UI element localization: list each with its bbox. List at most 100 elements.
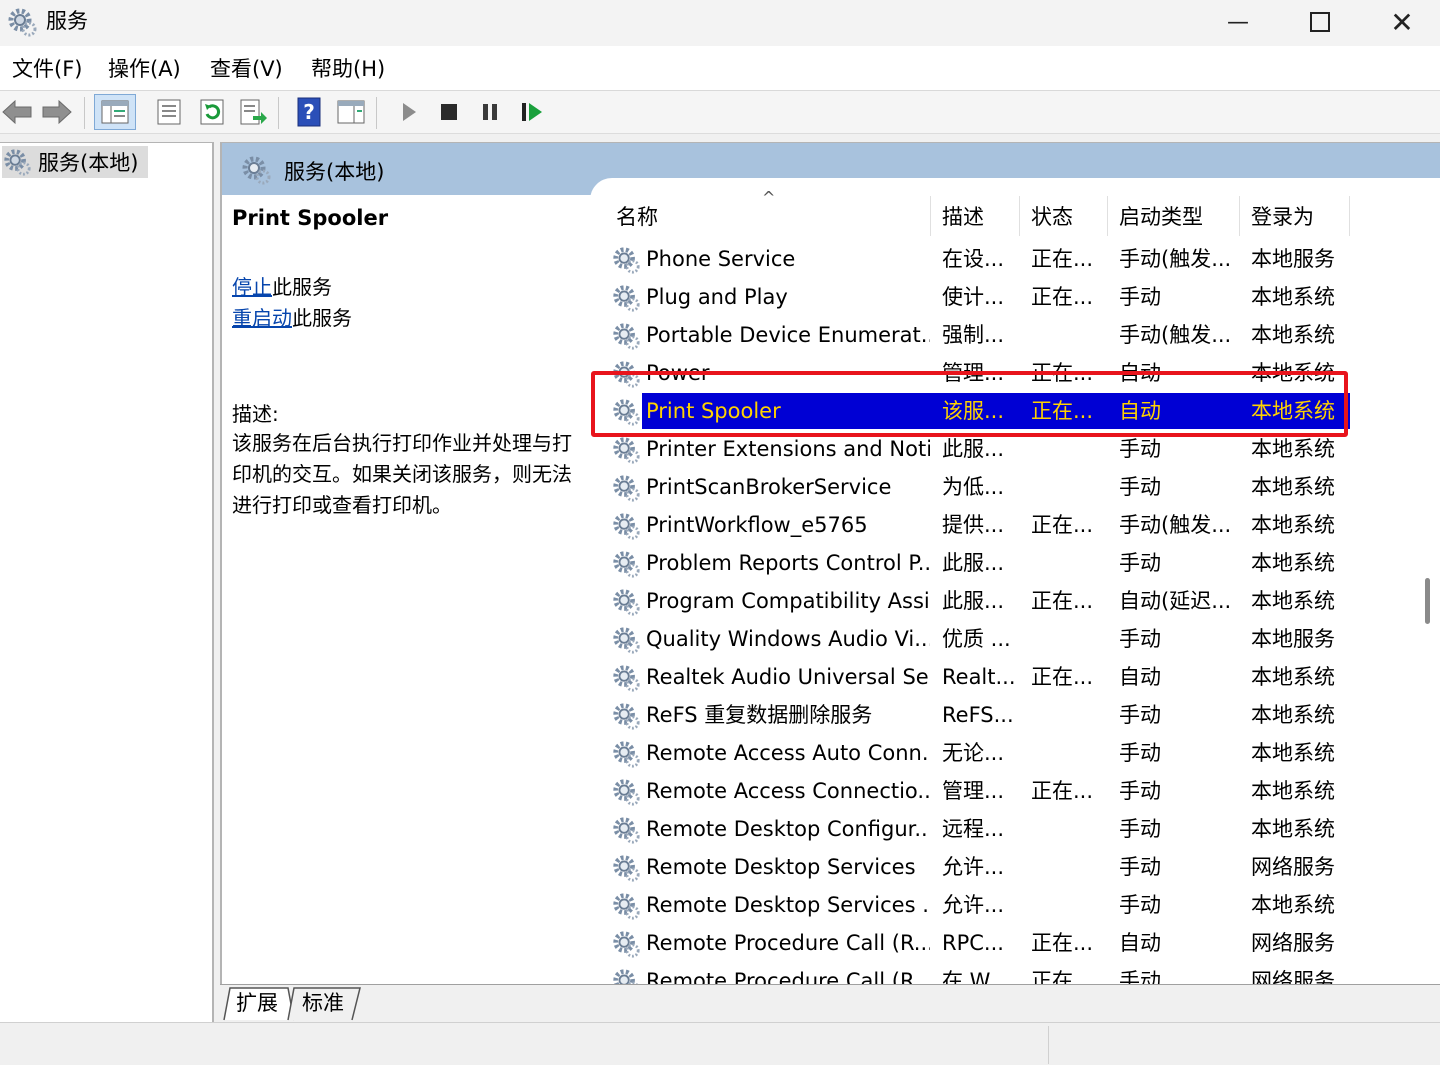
cell-desc: 提供... bbox=[942, 513, 1005, 537]
cell-logon: 本地系统 bbox=[1251, 703, 1335, 727]
service-row[interactable]: Problem Reports Control P... 此服... 手动 本地系统 bbox=[608, 544, 1350, 582]
service-row[interactable]: Remote Procedure Call (R... RPC... 正在... 自动… bbox=[608, 924, 1350, 962]
service-gear-icon bbox=[611, 853, 641, 883]
cell-logon: 本地系统 bbox=[1251, 665, 1335, 689]
service-gear-icon bbox=[611, 245, 641, 275]
restart-service-line: 重启动此服务 bbox=[232, 303, 352, 333]
cell-name: PrintScanBrokerService bbox=[646, 475, 892, 499]
cell-logon: 本地系统 bbox=[1251, 741, 1335, 765]
service-row[interactable]: PrintScanBrokerService 为低... 手动 本地系统 bbox=[608, 468, 1350, 506]
action-pane-button[interactable] bbox=[334, 95, 368, 129]
export-list-icon bbox=[240, 99, 267, 125]
cell-desc: RPC... bbox=[942, 931, 1004, 955]
view-tab-bar bbox=[220, 984, 1440, 1023]
service-gear-icon bbox=[611, 321, 641, 351]
properties-icon bbox=[157, 99, 181, 125]
minimize-button[interactable]: — bbox=[1196, 0, 1280, 44]
refresh-icon bbox=[200, 99, 224, 125]
cell-logon: 本地系统 bbox=[1251, 893, 1335, 917]
show-hide-console-tree-button[interactable] bbox=[94, 94, 136, 130]
service-gear-icon bbox=[611, 511, 641, 541]
service-row[interactable]: Remote Desktop Configur... 远程... 手动 本地系统 bbox=[608, 810, 1350, 848]
menu-file[interactable]: 文件(F) bbox=[12, 53, 82, 85]
service-gear-icon bbox=[611, 587, 641, 617]
column-divider[interactable] bbox=[930, 196, 931, 236]
service-row[interactable]: Plug and Play 使计... 正在... 手动 本地系统 bbox=[608, 278, 1350, 316]
menu-view[interactable]: 查看(V) bbox=[210, 53, 283, 85]
menu-action[interactable]: 操作(A) bbox=[108, 53, 181, 85]
cell-startup: 自动 bbox=[1119, 665, 1161, 689]
service-rows: Phone Service 在设... 正在... 手动(触发... 本地服务 Plug … bbox=[590, 240, 1410, 984]
column-header-name[interactable]: 名称 bbox=[616, 200, 658, 236]
properties-button[interactable] bbox=[152, 95, 186, 129]
cell-name: Remote Procedure Call (R... bbox=[646, 931, 930, 955]
cell-name: Remote Access Auto Conn... bbox=[646, 741, 930, 765]
service-row[interactable]: Quality Windows Audio Vi... 优质 ... 手动 本地服务 bbox=[608, 620, 1350, 658]
maximize-button[interactable] bbox=[1278, 0, 1362, 44]
column-header-logon-as[interactable]: 登录为 bbox=[1251, 200, 1314, 236]
service-row[interactable]: Realtek Audio Universal Se... Realt... 正在.… bbox=[608, 658, 1350, 696]
console-tree-icon bbox=[101, 100, 129, 124]
cell-desc: 远程... bbox=[942, 817, 1005, 841]
service-row[interactable]: ReFS 重复数据删除服务 ReFS... 手动 本地系统 bbox=[608, 696, 1350, 734]
export-list-button[interactable] bbox=[236, 95, 270, 129]
service-row[interactable]: Phone Service 在设... 正在... 手动(触发... 本地服务 bbox=[608, 240, 1350, 278]
cell-status: 正在... bbox=[1031, 665, 1094, 689]
cell-status: 正在... bbox=[1031, 513, 1094, 537]
cell-logon: 网络服务 bbox=[1251, 855, 1335, 879]
description-label: 描述: bbox=[232, 402, 279, 426]
cell-status: 正在... bbox=[1031, 285, 1094, 309]
service-gear-icon bbox=[611, 283, 641, 313]
menu-help[interactable]: 帮助(H) bbox=[311, 53, 385, 85]
service-row[interactable]: Remote Access Auto Conn... 无论... 手动 本地系统 bbox=[608, 734, 1350, 772]
cell-logon: 本地系统 bbox=[1251, 817, 1335, 841]
forward-button[interactable] bbox=[40, 95, 74, 129]
restart-service-link[interactable]: 重启动 bbox=[232, 306, 292, 330]
cell-startup: 手动 bbox=[1119, 551, 1161, 575]
pause-service-button[interactable] bbox=[473, 95, 507, 129]
service-row[interactable]: Remote Procedure Call (R... 在 W... 正在... 手动… bbox=[608, 962, 1350, 984]
cell-logon: 本地系统 bbox=[1251, 475, 1335, 499]
close-icon: ✕ bbox=[1390, 5, 1414, 39]
refresh-button[interactable] bbox=[195, 95, 229, 129]
tree-item-services-local[interactable]: 服务(本地) bbox=[2, 146, 148, 178]
start-service-button[interactable] bbox=[392, 95, 426, 129]
column-header-status[interactable]: 状态 bbox=[1031, 200, 1073, 236]
service-row[interactable]: Portable Device Enumerat... 强制... 手动(触发...… bbox=[608, 316, 1350, 354]
back-button[interactable] bbox=[0, 95, 34, 129]
stop-service-link[interactable]: 停止 bbox=[232, 275, 272, 299]
column-divider[interactable] bbox=[1019, 196, 1020, 236]
cell-name: Remote Procedure Call (R... bbox=[646, 969, 930, 984]
cell-name: Remote Access Connectio... bbox=[646, 779, 930, 803]
column-divider[interactable] bbox=[1349, 196, 1350, 236]
cell-logon: 本地系统 bbox=[1251, 551, 1335, 575]
services-gear-icon bbox=[242, 156, 271, 185]
column-divider[interactable] bbox=[1107, 196, 1108, 236]
vertical-scrollbar-thumb[interactable] bbox=[1425, 578, 1430, 624]
tab-standard[interactable]: 标准 bbox=[302, 986, 344, 1020]
column-header-startup-type[interactable]: 启动类型 bbox=[1119, 200, 1203, 236]
service-row[interactable]: PrintWorkflow_e5765 提供... 正在... 手动(触发... 本地系… bbox=[608, 506, 1350, 544]
cell-name: Remote Desktop Services ... bbox=[646, 893, 930, 917]
close-button[interactable]: ✕ bbox=[1360, 0, 1440, 44]
cell-desc: 允许... bbox=[942, 855, 1005, 879]
service-row[interactable]: Remote Desktop Services 允许... 手动 网络服务 bbox=[608, 848, 1350, 886]
cell-name: Remote Desktop Services bbox=[646, 855, 916, 879]
cell-startup: 手动 bbox=[1119, 855, 1161, 879]
service-gear-icon bbox=[611, 435, 641, 465]
cell-startup: 手动(触发... bbox=[1119, 247, 1232, 271]
cell-startup: 手动 bbox=[1119, 779, 1161, 803]
service-row[interactable]: Remote Desktop Services ... 允许... 手动 本地系统 bbox=[608, 886, 1350, 924]
cell-logon: 本地系统 bbox=[1251, 285, 1335, 309]
cell-desc: 管理... bbox=[942, 779, 1005, 803]
restart-service-button[interactable] bbox=[515, 95, 549, 129]
tab-extended[interactable]: 扩展 bbox=[236, 986, 278, 1020]
service-row[interactable]: Remote Access Connectio... 管理... 正在... 手动 本地… bbox=[608, 772, 1350, 810]
service-row[interactable]: Program Compatibility Assi... 此服... 正在... 自… bbox=[608, 582, 1350, 620]
service-gear-icon bbox=[611, 891, 641, 921]
stop-service-button[interactable] bbox=[432, 95, 466, 129]
cell-startup: 手动 bbox=[1119, 285, 1161, 309]
column-divider[interactable] bbox=[1239, 196, 1240, 236]
column-header-description[interactable]: 描述 bbox=[942, 200, 984, 236]
help-button[interactable]: ? bbox=[292, 95, 326, 129]
